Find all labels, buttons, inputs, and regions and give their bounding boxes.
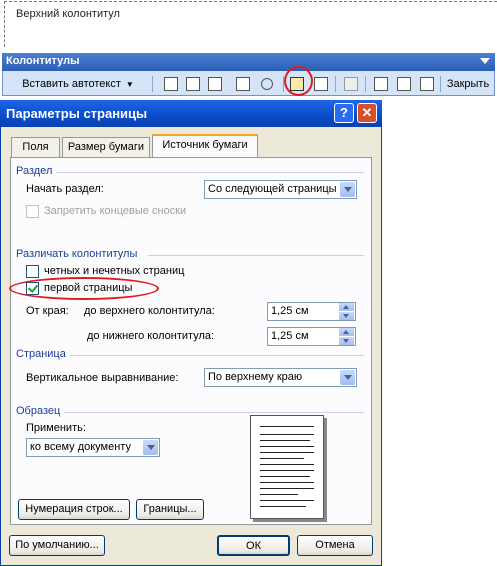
borders-button[interactable]: Границы...	[136, 499, 204, 520]
header-border-left	[4, 1, 5, 47]
spin-up-icon[interactable]	[339, 303, 354, 311]
section-divider	[64, 412, 364, 413]
tab-paper-source[interactable]: Источник бумаги	[152, 134, 258, 157]
section-divider	[148, 255, 364, 256]
to-header-label: до верхнего колонтитула:	[84, 305, 215, 317]
insert-autotext-button[interactable]: Вставить автотекст ▼	[18, 75, 138, 93]
spin-down-icon[interactable]	[339, 337, 354, 345]
cancel-button[interactable]: Отмена	[297, 535, 373, 556]
page-heading: Страница	[16, 348, 66, 360]
help-button[interactable]: ?	[334, 103, 354, 123]
tab-paper-size[interactable]: Размер бумаги	[62, 137, 150, 157]
section-heading: Раздел	[16, 165, 53, 177]
default-button[interactable]: По умолчанию...	[9, 535, 105, 556]
highlight-oval	[9, 277, 159, 300]
page-preview	[250, 415, 324, 519]
toolbar-separator	[152, 76, 153, 92]
vertical-align-value: По верхнему краю	[208, 371, 303, 383]
header-distance-value: 1,25 см	[271, 305, 309, 317]
same-as-previous-button[interactable]	[342, 75, 360, 93]
close-dialog-button[interactable]: ✕	[357, 103, 377, 123]
clock-icon	[261, 78, 273, 90]
chevron-down-icon[interactable]	[340, 370, 355, 385]
suppress-endnotes-checkbox[interactable]	[26, 205, 39, 218]
show-document-text-icon	[314, 77, 328, 91]
start-section-select[interactable]: Со следующей страницы	[204, 180, 357, 199]
switch-header-footer-icon	[374, 77, 388, 91]
headers-footers-heading: Различать колонтитулы	[16, 248, 138, 260]
show-previous-icon	[397, 77, 411, 91]
header-area-label: Верхний колонтитул	[14, 8, 122, 20]
toolbar-title: Колонтитулы	[6, 55, 80, 67]
start-section-label: Начать раздел:	[26, 183, 104, 195]
toolbar-separator	[335, 76, 336, 92]
tab-margins[interactable]: Поля	[11, 137, 60, 157]
insert-page-count-button[interactable]	[184, 75, 202, 93]
header-border-top	[4, 1, 497, 2]
from-edge-label: От края:	[26, 305, 69, 317]
switch-header-footer-button[interactable]	[372, 75, 390, 93]
vertical-align-select[interactable]: По верхнему краю	[204, 368, 357, 387]
preview-heading: Образец	[16, 405, 61, 417]
toolbar-separator	[440, 76, 441, 92]
footer-distance-value: 1,25 см	[271, 330, 309, 342]
ok-button[interactable]: ОК	[217, 535, 290, 556]
insert-page-number-button[interactable]	[162, 75, 180, 93]
toolbar-titlebar[interactable]: Колонтитулы	[2, 53, 495, 71]
dropdown-arrow-icon: ▼	[125, 79, 134, 89]
highlight-circle	[284, 66, 313, 96]
insert-autotext-label: Вставить автотекст	[22, 78, 121, 90]
section-divider	[56, 172, 364, 173]
chevron-down-icon[interactable]	[143, 440, 158, 455]
apply-to-value: ко всему документу	[30, 441, 131, 453]
apply-to-select[interactable]: ко всему документу	[26, 438, 160, 457]
suppress-endnotes-label: Запретить концевые сноски	[44, 205, 187, 217]
line-numbers-button[interactable]: Нумерация строк...	[18, 499, 130, 520]
toolbar-row: Вставить автотекст ▼ Закрыть	[4, 74, 493, 94]
format-page-number-icon	[208, 77, 222, 91]
footer-distance-input[interactable]: 1,25 см	[267, 327, 356, 346]
chevron-down-icon[interactable]	[340, 182, 355, 197]
start-section-value: Со следующей страницы	[208, 183, 337, 195]
insert-date-button[interactable]	[234, 75, 252, 93]
dialog-titlebar[interactable]: Параметры страницы ? ✕	[0, 100, 382, 127]
show-previous-button[interactable]	[395, 75, 413, 93]
section-divider	[70, 355, 364, 356]
vertical-align-label: Вертикальное выравнивание:	[26, 372, 179, 384]
spin-down-icon[interactable]	[339, 312, 354, 320]
apply-to-label: Применить:	[26, 422, 86, 434]
format-page-number-button[interactable]	[206, 75, 224, 93]
close-toolbar-label: Закрыть	[446, 78, 490, 90]
show-next-icon	[420, 77, 434, 91]
page-count-icon	[186, 77, 200, 91]
spin-up-icon[interactable]	[339, 328, 354, 336]
odd-even-checkbox[interactable]	[26, 265, 39, 278]
calendar-icon	[236, 77, 250, 91]
same-as-previous-icon	[344, 77, 358, 91]
close-toolbar-button[interactable]: Закрыть	[444, 75, 492, 93]
toolbar-options-icon[interactable]	[480, 58, 490, 64]
show-next-button[interactable]	[418, 75, 436, 93]
show-document-text-button[interactable]	[312, 75, 330, 93]
insert-time-button[interactable]	[258, 75, 276, 93]
to-footer-label: до нижнего колонтитула:	[87, 330, 215, 342]
toolbar-separator	[365, 76, 366, 92]
header-distance-input[interactable]: 1,25 см	[267, 302, 356, 321]
dialog-title: Параметры страницы	[6, 106, 148, 121]
odd-even-label: четных и нечетных страниц	[44, 265, 185, 277]
page-number-icon	[164, 77, 178, 91]
